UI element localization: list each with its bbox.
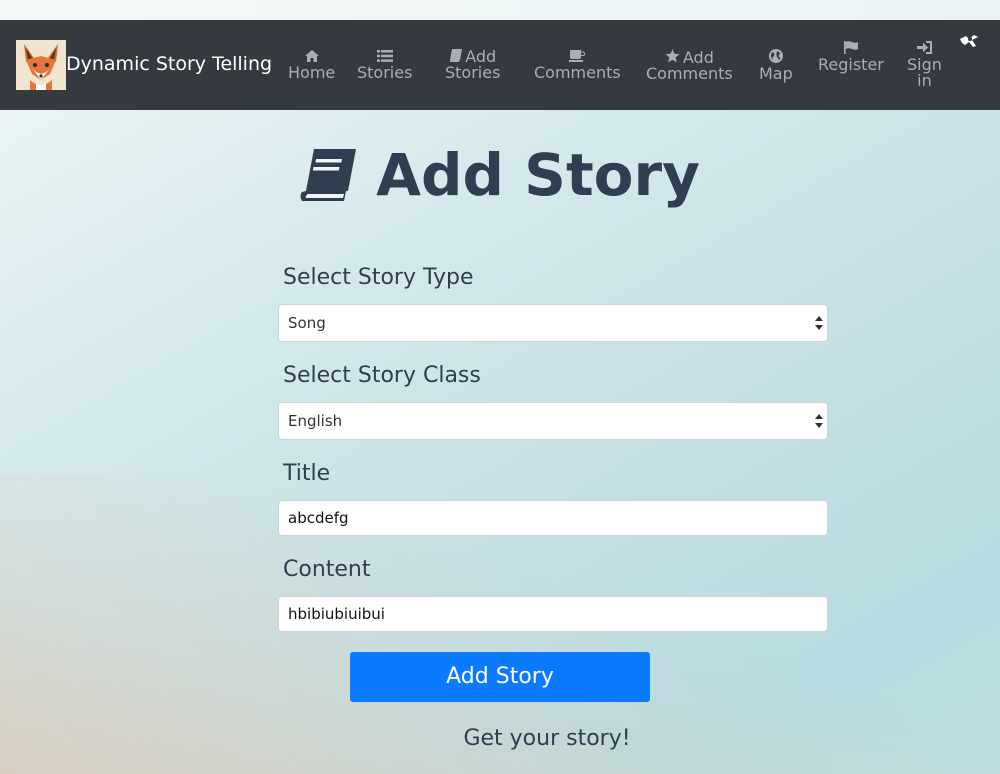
- nav-stories[interactable]: Stories: [357, 49, 412, 81]
- nav-sign-in-label2: in: [917, 71, 932, 90]
- story-type-value: Song: [288, 314, 326, 332]
- brand-title[interactable]: Dynamic Story Telling: [66, 52, 272, 76]
- story-class-label: Select Story Class: [283, 363, 481, 388]
- nav-home-label: Home: [288, 63, 336, 82]
- nav-register-label: Register: [818, 55, 884, 74]
- story-class-value: English: [288, 412, 343, 430]
- extension-icon[interactable]: [958, 33, 980, 51]
- content-label: Content: [283, 557, 371, 582]
- fox-logo-icon[interactable]: [16, 40, 66, 90]
- navbar: Dynamic Story Telling Home Stories Add S…: [0, 20, 1000, 110]
- nav-add-stories[interactable]: Add Stories: [445, 49, 500, 81]
- nav-register[interactable]: Register: [818, 41, 884, 73]
- page-title: Add Story: [0, 140, 1000, 210]
- book-icon: [300, 148, 357, 201]
- nav-comments[interactable]: Comments: [534, 49, 621, 81]
- nav-add-comments[interactable]: Add Comments: [646, 49, 733, 82]
- story-class-select[interactable]: English: [278, 402, 828, 440]
- nav-comments-label: Comments: [534, 63, 621, 82]
- title-label: Title: [283, 461, 331, 486]
- nav-home[interactable]: Home: [288, 49, 335, 81]
- nav-map-label: Map: [759, 64, 793, 83]
- select-arrows-icon: [815, 316, 823, 330]
- content-input[interactable]: hbibiubiuibui: [278, 596, 828, 632]
- nav-add-stories-label2: Stories: [445, 63, 501, 82]
- page-title-text: Add Story: [376, 141, 700, 209]
- nav-map[interactable]: Map: [759, 49, 793, 82]
- add-story-button[interactable]: Add Story: [350, 652, 650, 702]
- title-input[interactable]: abcdefg: [278, 500, 828, 536]
- story-type-label: Select Story Type: [283, 265, 474, 290]
- nav-add-comments-label2: Comments: [646, 64, 733, 83]
- nav-stories-label: Stories: [357, 63, 413, 82]
- select-arrows-icon: [815, 414, 823, 428]
- nav-sign-in[interactable]: Sign in: [907, 41, 942, 89]
- tagline: Get your story!: [463, 726, 631, 751]
- story-type-select[interactable]: Song: [278, 304, 828, 342]
- top-strip: [0, 0, 1000, 20]
